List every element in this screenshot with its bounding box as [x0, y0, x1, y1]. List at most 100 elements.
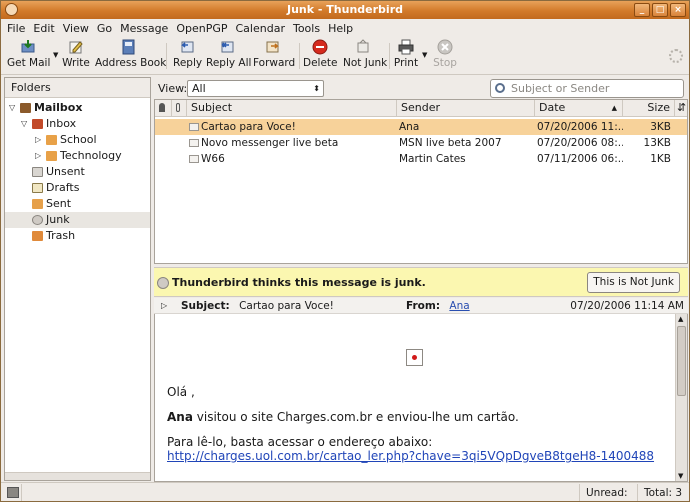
main-toolbar: Get Mail ▼ Write Address Book Reply Repl… — [1, 37, 689, 75]
message-read-icon — [189, 155, 199, 163]
write-button[interactable]: Write — [61, 39, 91, 73]
app-icon[interactable] — [5, 3, 18, 16]
search-input[interactable]: Subject or Sender — [490, 79, 684, 98]
column-subject[interactable]: Subject — [187, 100, 397, 117]
greeting-text: Olá , — [167, 385, 195, 399]
search-icon — [495, 83, 505, 93]
expand-toggle-icon[interactable]: ▷ — [35, 132, 45, 148]
activity-throbber-icon — [669, 49, 683, 63]
unsent-icon — [32, 167, 43, 177]
not-junk-icon — [357, 39, 369, 53]
toolbar-separator — [299, 43, 300, 69]
menu-message[interactable]: Message — [116, 22, 172, 35]
not-junk-button[interactable]: Not Junk — [343, 39, 387, 73]
folder-pane-scrollbar[interactable] — [5, 472, 150, 480]
mailbox-icon — [20, 103, 31, 113]
column-size[interactable]: Size — [623, 100, 675, 117]
thread-column-icon[interactable] — [155, 100, 172, 117]
menu-view[interactable]: View — [59, 22, 93, 35]
card-link[interactable]: http://charges.uol.com.br/cartao_ler.php… — [167, 449, 654, 463]
close-button[interactable]: × — [670, 3, 686, 17]
menu-go[interactable]: Go — [93, 22, 116, 35]
expand-toggle-icon[interactable]: ▽ — [21, 116, 31, 132]
menu-file[interactable]: File — [3, 22, 29, 35]
folder-item-unsent[interactable]: Unsent — [5, 164, 150, 180]
scroll-down-icon[interactable]: ▼ — [678, 472, 683, 480]
message-body: Olá , Ana visitou o site Charges.com.br … — [154, 314, 688, 482]
scroll-up-icon[interactable]: ▲ — [678, 315, 683, 323]
view-bar: View: All ⬍ Subject or Sender — [154, 79, 688, 99]
menu-calendar[interactable]: Calendar — [232, 22, 289, 35]
menu-help[interactable]: Help — [324, 22, 357, 35]
message-row[interactable]: Novo messenger live beta MSN live beta 2… — [155, 135, 687, 151]
expand-toggle-icon[interactable]: ▷ — [35, 148, 45, 164]
print-dropdown-icon[interactable]: ▼ — [422, 51, 427, 59]
menu-tools[interactable]: Tools — [289, 22, 324, 35]
message-row[interactable]: W66 Martin Cates 07/11/2006 06:... 1KB — [155, 151, 687, 167]
sort-ascending-icon: ▲ — [611, 104, 617, 112]
message-header: ▷ Subject: Cartao para Voce! From: Ana 0… — [154, 298, 688, 314]
forward-button[interactable]: Forward — [253, 39, 295, 73]
menu-openpgp[interactable]: OpenPGP — [172, 22, 231, 35]
stop-icon — [437, 39, 453, 55]
column-date[interactable]: Date ▲ — [535, 100, 623, 117]
from-link[interactable]: Ana — [449, 300, 469, 312]
body-line-1: Ana visitou o site Charges.com.br e envi… — [167, 410, 519, 424]
folder-item-junk[interactable]: Junk — [5, 212, 150, 228]
maximize-button[interactable]: □ — [652, 3, 668, 17]
message-date: 07/20/2006 11:14 AM — [570, 300, 684, 312]
column-picker-icon[interactable]: ⇵ — [675, 100, 688, 117]
get-mail-button[interactable]: Get Mail — [7, 39, 50, 73]
view-select[interactable]: All ⬍ — [187, 80, 324, 97]
address-book-icon — [122, 39, 135, 55]
total-count: Total: 3 — [637, 484, 689, 501]
folder-item-mailbox[interactable]: ▽ Mailbox — [5, 100, 150, 116]
updown-arrow-icon: ⬍ — [313, 84, 320, 93]
attachment-column-icon[interactable] — [172, 100, 187, 117]
reply-icon — [181, 41, 194, 53]
folder-icon — [46, 151, 57, 161]
offline-status-icon[interactable] — [7, 487, 19, 498]
thread-pane: Subject Sender Date ▲ Size ⇵ Cartao para… — [154, 99, 688, 264]
message-row[interactable]: Cartao para Voce! Ana 07/20/2006 11:... … — [155, 119, 687, 135]
body-line-2: Para lê-lo, basta acessar o endereço aba… — [167, 435, 433, 449]
message-read-icon — [189, 139, 199, 147]
window-controls: _ □ × — [634, 3, 686, 17]
folders-header: Folders — [5, 78, 150, 98]
folder-icon — [46, 135, 57, 145]
body-link: http://charges.uol.com.br/cartao_ler.php… — [167, 449, 654, 463]
delete-button[interactable]: Delete — [303, 39, 338, 73]
folder-item-inbox[interactable]: ▽ Inbox — [5, 116, 150, 132]
folder-item-drafts[interactable]: Drafts — [5, 180, 150, 196]
folder-item-technology[interactable]: ▷ Technology — [5, 148, 150, 164]
junk-message: Thunderbird thinks this message is junk. — [172, 276, 426, 289]
menu-bar: File Edit View Go Message OpenPGP Calend… — [1, 19, 689, 37]
get-mail-dropdown-icon[interactable]: ▼ — [53, 51, 58, 59]
minimize-button[interactable]: _ — [634, 3, 650, 17]
stop-button[interactable]: Stop — [431, 39, 459, 73]
reply-button[interactable]: Reply — [173, 39, 202, 73]
attachment-icon — [176, 103, 180, 112]
thread-icon — [159, 103, 165, 112]
sent-icon — [32, 199, 43, 209]
message-scrollbar[interactable]: ▲ ▼ — [675, 314, 687, 481]
get-mail-icon — [21, 40, 35, 53]
folder-pane: Folders ▽ Mailbox ▽ Inbox ▷ School ▷ Tec… — [4, 77, 151, 481]
expand-toggle-icon[interactable]: ▽ — [9, 100, 19, 116]
reply-all-button[interactable]: Reply All — [206, 39, 251, 73]
menu-edit[interactable]: Edit — [29, 22, 58, 35]
folder-item-school[interactable]: ▷ School — [5, 132, 150, 148]
folder-item-sent[interactable]: Sent — [5, 196, 150, 212]
toolbar-separator — [389, 43, 390, 69]
not-junk-button[interactable]: This is Not Junk — [587, 272, 680, 293]
folder-item-trash[interactable]: Trash — [5, 228, 150, 244]
junk-notification-bar: Thunderbird thinks this message is junk.… — [154, 267, 688, 297]
column-sender[interactable]: Sender — [397, 100, 535, 117]
drafts-icon — [32, 183, 43, 193]
print-button[interactable]: Print — [393, 39, 419, 73]
message-read-icon — [189, 123, 199, 131]
expand-headers-icon[interactable]: ▷ — [161, 298, 167, 314]
scroll-thumb[interactable] — [677, 326, 686, 396]
address-book-button[interactable]: Address Book — [95, 39, 166, 73]
print-icon — [398, 39, 414, 55]
